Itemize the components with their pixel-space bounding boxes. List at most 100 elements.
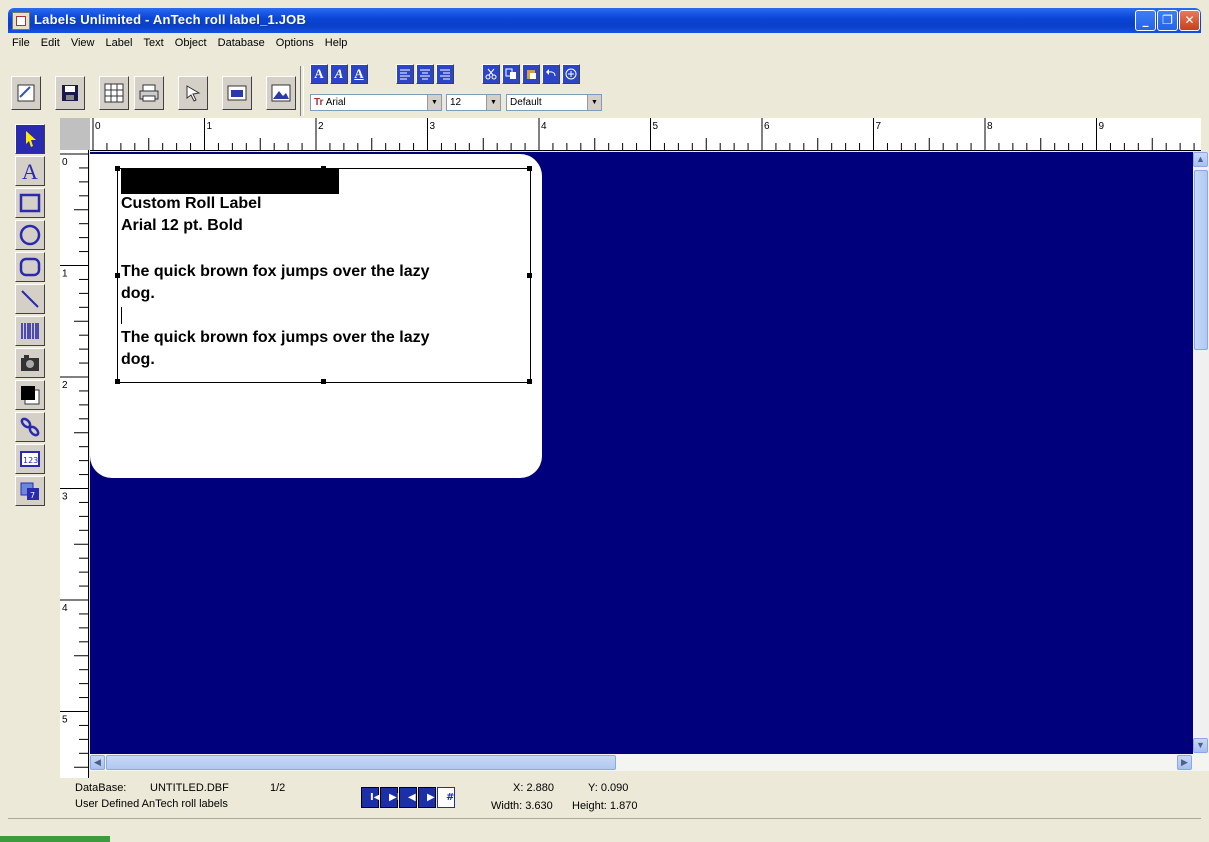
horizontal-scroll-thumb[interactable] <box>106 755 616 770</box>
copy-button[interactable] <box>502 64 520 84</box>
scroll-left-icon[interactable]: ◀ <box>90 755 105 770</box>
app-icon[interactable] <box>12 12 30 30</box>
style-dropdown[interactable]: Default ▼ <box>506 94 602 111</box>
ruler-tick-label: 4 <box>62 603 68 614</box>
image-button[interactable] <box>266 76 296 110</box>
print-button[interactable] <box>134 76 164 110</box>
color-tool[interactable] <box>15 380 45 410</box>
database-label: DataBase: <box>75 782 127 794</box>
taskbar-strip <box>0 836 110 842</box>
save-button[interactable] <box>55 76 85 110</box>
resize-handle-sw[interactable] <box>115 379 120 384</box>
link-tool[interactable] <box>15 412 45 442</box>
scroll-right-icon[interactable]: ▶ <box>1177 755 1192 770</box>
font-name-dropdown[interactable]: Tr Arial ▼ <box>310 94 442 111</box>
new-label-button[interactable] <box>11 76 41 110</box>
redo-button[interactable] <box>562 64 580 84</box>
calendar-icon: 7 <box>20 482 39 500</box>
svg-text:A: A <box>22 160 38 182</box>
vertical-ruler: 0 1 2 3 4 5 <box>60 150 89 810</box>
color-swatch-icon <box>21 386 40 405</box>
menu-database[interactable]: Database <box>218 37 265 49</box>
rounded-rect-tool[interactable] <box>15 252 45 282</box>
menu-help[interactable]: Help <box>325 37 348 49</box>
chevron-down-icon[interactable]: ▼ <box>486 95 500 110</box>
printer-icon <box>139 84 159 102</box>
chevron-down-icon[interactable]: ▼ <box>427 95 441 110</box>
resize-handle-e[interactable] <box>527 273 532 278</box>
horizontal-scrollbar[interactable]: ◀ ▶ <box>90 754 1209 771</box>
resize-handle-ne[interactable] <box>527 166 532 171</box>
vertical-scrollbar[interactable]: ▲ ▼ <box>1193 152 1209 754</box>
record-counter: 1/2 <box>270 782 286 794</box>
menu-text[interactable]: Text <box>144 37 164 49</box>
label-paragraph-1a: The quick brown fox jumps over the lazy <box>121 263 430 280</box>
align-left-button[interactable] <box>396 64 414 84</box>
grid-button[interactable] <box>99 76 129 110</box>
barcode-tool[interactable] <box>15 316 45 346</box>
text-object[interactable]: Custom Roll Label Arial 12 pt. Bold The … <box>115 166 532 384</box>
paste-button[interactable] <box>522 64 540 84</box>
align-center-button[interactable] <box>416 64 434 84</box>
scroll-down-icon[interactable]: ▼ <box>1193 738 1208 753</box>
vertical-scroll-thumb[interactable] <box>1194 170 1208 350</box>
save-icon <box>62 85 78 101</box>
window-title: Labels Unlimited - AnTech roll label_1.J… <box>34 12 307 27</box>
pointer-button[interactable] <box>178 76 208 110</box>
menu-view[interactable]: View <box>71 37 95 49</box>
prev-record-button[interactable]: ◀ <box>399 787 417 808</box>
chevron-down-icon[interactable]: ▼ <box>587 95 601 110</box>
first-record-button[interactable]: I◀ <box>361 787 381 808</box>
counter-tool[interactable]: 123 <box>15 444 45 474</box>
design-canvas[interactable]: Custom Roll Label Arial 12 pt. Bold The … <box>90 152 1194 754</box>
goto-record-button[interactable]: # <box>437 787 455 808</box>
close-button[interactable]: ✕ <box>1179 10 1200 31</box>
scroll-up-icon[interactable]: ▲ <box>1193 152 1208 167</box>
font-normal-button[interactable]: A <box>310 64 328 84</box>
menu-label[interactable]: Label <box>106 37 133 49</box>
resize-handle-se[interactable] <box>527 379 532 384</box>
menu-options[interactable]: Options <box>276 37 314 49</box>
last-record-button[interactable]: ▶I <box>380 787 400 808</box>
resize-handle-n[interactable] <box>321 166 326 171</box>
vertical-ruler-ticks: 0 1 2 3 4 5 <box>60 153 88 810</box>
select-tool[interactable] <box>15 124 45 154</box>
horizontal-ruler: 0 1 2 3 4 5 6 7 8 9 <box>90 118 1201 151</box>
grid-icon <box>104 83 124 103</box>
counter-icon: 123 <box>20 451 40 467</box>
ellipse-tool[interactable] <box>15 220 45 250</box>
menu-edit[interactable]: Edit <box>41 37 60 49</box>
menu-object[interactable]: Object <box>175 37 207 49</box>
font-italic-button[interactable]: A <box>330 64 348 84</box>
maximize-button[interactable]: ❐ <box>1157 10 1178 31</box>
preview-button[interactable] <box>222 76 252 110</box>
align-right-button[interactable] <box>436 64 454 84</box>
font-underline-button[interactable]: A <box>350 64 368 84</box>
label-line-2: Arial 12 pt. Bold <box>121 217 243 234</box>
bottom-bar <box>8 818 1201 841</box>
database-name: UNTITLED.DBF <box>150 782 229 794</box>
ruler-tick-label: 1 <box>207 121 213 132</box>
date-tool[interactable]: 7 <box>15 476 45 506</box>
text-tool[interactable]: A <box>15 156 45 186</box>
undo-button[interactable] <box>542 64 560 84</box>
picture-tool[interactable] <box>15 348 45 378</box>
resize-handle-w[interactable] <box>115 273 120 278</box>
x-coordinate: X: 2.880 <box>513 782 554 794</box>
line-tool[interactable] <box>15 284 45 314</box>
rectangle-tool[interactable] <box>15 188 45 218</box>
y-coordinate: Y: 0.090 <box>588 782 629 794</box>
resize-handle-nw[interactable] <box>115 166 120 171</box>
font-size-dropdown[interactable]: 12 ▼ <box>446 94 501 111</box>
toolbar-separator <box>300 66 304 116</box>
title-bar: Labels Unlimited - AnTech roll label_1.J… <box>8 8 1201 33</box>
ruler-tick-label: 7 <box>876 121 882 132</box>
cut-button[interactable] <box>482 64 500 84</box>
resize-handle-s[interactable] <box>321 379 326 384</box>
next-record-button[interactable]: ▶ <box>418 787 436 808</box>
new-label-icon <box>17 84 35 102</box>
menu-file[interactable]: File <box>12 37 30 49</box>
label-paper[interactable]: Custom Roll Label Arial 12 pt. Bold The … <box>90 154 542 478</box>
ruler-tick-label: 1 <box>62 269 68 280</box>
minimize-button[interactable]: _ <box>1135 10 1156 31</box>
